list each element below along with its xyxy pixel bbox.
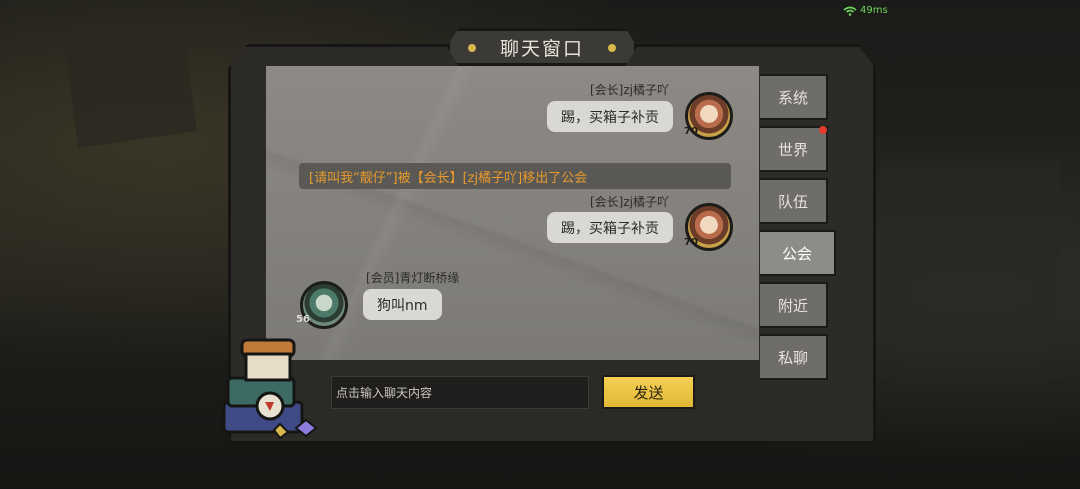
message-bubble: 踢，买箱子补贡 [547,212,673,243]
tab-world[interactable]: 世界 [760,126,828,172]
system-notice: [请叫我“靓仔”]被【会长】[zj橘子吖]移出了公会 [299,163,731,189]
tab-private[interactable]: 私聊 [760,334,828,380]
title-ornament-left [468,44,476,52]
ping-value: 49ms [860,5,888,16]
player-level: 70 [684,237,698,248]
unread-indicator [819,126,827,134]
treasure-chest-decoration [222,338,318,440]
tab-guild[interactable]: 公会 [760,230,836,276]
message-sender-name: [会长]zj橘子吖 [590,83,669,97]
message-bubble: 狗叫nm [363,289,442,320]
network-ping: 49ms [843,5,888,16]
message-sender-name: [会长]zj橘子吖 [590,195,669,209]
tab-nearby[interactable]: 附近 [760,282,828,328]
wifi-icon [843,6,857,16]
title-ornament-right [608,44,616,52]
send-button[interactable]: 发送 [602,375,695,409]
background-crate [62,22,198,148]
chat-window-title-plate: 聊天窗口 [447,28,637,66]
background-wall [880,160,1060,360]
tab-system[interactable]: 系统 [760,74,828,120]
chat-input-field[interactable]: 点击输入聊天内容 [331,376,589,409]
tab-team[interactable]: 队伍 [760,178,828,224]
player-level: 70 [684,126,698,137]
message-sender-name: [会员]青灯断桥缘 [366,271,460,285]
message-bubble: 踢，买箱子补贡 [547,101,673,132]
player-level: 56 [296,314,310,325]
chat-window-title: 聊天窗口 [499,37,584,60]
